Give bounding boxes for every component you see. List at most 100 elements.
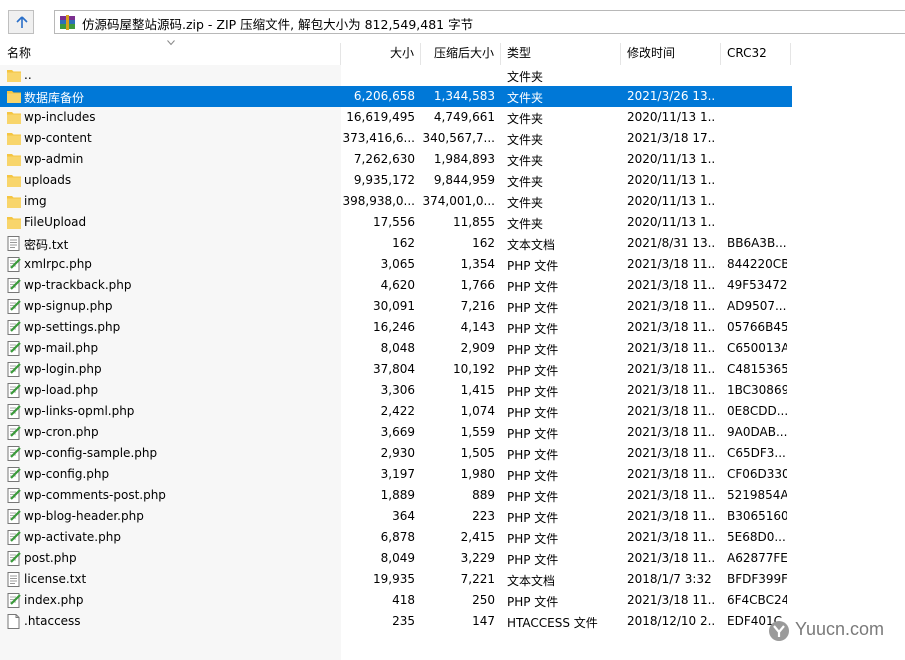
file-name: wp-content — [24, 131, 92, 145]
file-row[interactable]: wp-comments-post.php 1,889 889 PHP 文件 2021/3… — [0, 485, 792, 506]
file-modified: 2021/3/18 11... — [627, 299, 715, 313]
file-crc32: C650013A — [727, 341, 787, 355]
file-packed-size: 1,415 — [460, 383, 495, 397]
file-row[interactable]: wp-signup.php 30,091 7,216 PHP 文件 2021/3/18 … — [0, 296, 792, 317]
php-file-icon — [7, 551, 21, 566]
column-header-type[interactable]: 类型 — [501, 43, 621, 65]
path-bar: 仿源码屋整站源码.zip - ZIP 压缩文件, 解包大小为 812,549,4… — [0, 6, 905, 36]
file-row[interactable]: 数据库备份 6,206,658 1,344,583 文件夹 2021/3/26 13..… — [0, 86, 792, 107]
file-row[interactable]: uploads 9,935,172 9,844,959 文件夹 2020/11/13 1… — [0, 170, 792, 191]
file-type: PHP 文件 — [507, 385, 559, 399]
file-size: 6,206,658 — [353, 89, 415, 103]
folder-icon — [7, 68, 21, 83]
file-crc32: B3065160 — [727, 509, 787, 523]
file-name: wp-links-opml.php — [24, 404, 135, 418]
archive-path-field[interactable]: 仿源码屋整站源码.zip - ZIP 压缩文件, 解包大小为 812,549,4… — [54, 10, 905, 34]
file-packed-size: 7,221 — [460, 572, 495, 586]
file-modified: 2021/3/18 11... — [627, 362, 715, 376]
file-size: 30,091 — [373, 299, 415, 313]
file-modified: 2021/3/18 11... — [627, 509, 715, 523]
file-row[interactable]: wp-config-sample.php 2,930 1,505 PHP 文件 2021… — [0, 443, 792, 464]
file-modified: 2020/11/13 1... — [627, 152, 715, 166]
file-modified: 2021/3/18 11... — [627, 257, 715, 271]
file-size: 3,669 — [380, 425, 415, 439]
file-crc32: 0E8CDD... — [727, 404, 787, 418]
file-size: 17,556 — [373, 215, 415, 229]
file-name: .. — [24, 68, 32, 82]
file-row[interactable]: wp-trackback.php 4,620 1,766 PHP 文件 2021/3/1… — [0, 275, 792, 296]
file-crc32: A62877FE — [727, 551, 787, 565]
file-name: wp-config-sample.php — [24, 446, 158, 460]
file-crc32: BB6A3B... — [727, 236, 787, 250]
php-file-icon — [7, 593, 21, 608]
file-row[interactable]: wp-admin 7,262,630 1,984,893 文件夹 2020/11/13 … — [0, 149, 792, 170]
column-header-name[interactable]: 名称 — [0, 43, 341, 65]
file-size: 3,065 — [380, 257, 415, 271]
file-row[interactable]: 密码.txt 162 162 文本文档 2021/8/31 13... BB6A3B... — [0, 233, 792, 254]
file-size: 7,262,630 — [353, 152, 415, 166]
file-name: uploads — [24, 173, 72, 187]
file-packed-size: 4,143 — [460, 320, 495, 334]
file-crc32: 9A0DAB... — [727, 425, 787, 439]
file-row[interactable]: license.txt 19,935 7,221 文本文档 2018/1/7 3:32 B… — [0, 569, 792, 590]
file-type: 文件夹 — [507, 154, 544, 168]
file-name: post.php — [24, 551, 77, 565]
php-file-icon — [7, 362, 21, 377]
file-name: 密码.txt — [24, 238, 69, 252]
file-packed-size: 1,766 — [460, 278, 495, 292]
file-name: wp-trackback.php — [24, 278, 132, 292]
file-crc32: 844220CB — [727, 257, 787, 271]
file-type: PHP 文件 — [507, 427, 559, 441]
file-crc32: 5E68D0... — [727, 530, 786, 544]
file-row[interactable]: wp-content 373,416,6... 340,567,7... 文件夹 202… — [0, 128, 792, 149]
column-header-crc32[interactable]: CRC32 — [721, 43, 791, 65]
file-crc32: 6F4CBC24 — [727, 593, 787, 607]
file-row[interactable]: wp-includes 16,619,495 4,749,661 文件夹 2020/11… — [0, 107, 792, 128]
file-packed-size: 223 — [472, 509, 495, 523]
file-size: 364 — [392, 509, 415, 523]
folder-icon — [7, 215, 21, 230]
file-row[interactable]: index.php 418 250 PHP 文件 2021/3/18 11... 6F4C… — [0, 590, 792, 611]
file-type: PHP 文件 — [507, 553, 559, 567]
column-header-size[interactable]: 大小 — [341, 43, 421, 65]
file-name: img — [24, 194, 47, 208]
folder-icon — [7, 194, 21, 209]
file-row[interactable]: wp-config.php 3,197 1,980 PHP 文件 2021/3/18 1… — [0, 464, 792, 485]
file-name: 数据库备份 — [24, 91, 85, 105]
file-row[interactable]: wp-mail.php 8,048 2,909 PHP 文件 2021/3/18 11.… — [0, 338, 792, 359]
file-modified: 2020/11/13 1... — [627, 215, 715, 229]
column-header: 名称 大小 压缩后大小 类型 修改时间 CRC32 — [0, 40, 905, 65]
file-packed-size: 3,229 — [460, 551, 495, 565]
file-type: PHP 文件 — [507, 532, 559, 546]
column-header-modified[interactable]: 修改时间 — [621, 43, 721, 65]
file-size: 418 — [392, 593, 415, 607]
file-row[interactable]: img 398,938,0... 374,001,0... 文件夹 2020/11/13… — [0, 191, 792, 212]
file-row[interactable]: FileUpload 17,556 11,855 文件夹 2020/11/13 1... — [0, 212, 792, 233]
file-packed-size: 10,192 — [453, 362, 495, 376]
file-row[interactable]: wp-login.php 37,804 10,192 PHP 文件 2021/3/18 … — [0, 359, 792, 380]
file-row[interactable]: wp-blog-header.php 364 223 PHP 文件 2021/3/18 … — [0, 506, 792, 527]
php-file-icon — [7, 488, 21, 503]
file-row[interactable]: wp-settings.php 16,246 4,143 PHP 文件 2021/3/1… — [0, 317, 792, 338]
column-header-packed-size[interactable]: 压缩后大小 — [421, 43, 501, 65]
file-row[interactable]: post.php 8,049 3,229 PHP 文件 2021/3/18 11... A… — [0, 548, 792, 569]
file-row[interactable]: wp-cron.php 3,669 1,559 PHP 文件 2021/3/18 11.… — [0, 422, 792, 443]
blank-file-icon — [7, 614, 21, 629]
php-file-icon — [7, 467, 21, 482]
file-row[interactable]: .htaccess 235 147 HTACCESS 文件 2018/12/10 2..… — [0, 611, 792, 632]
file-packed-size: 9,844,959 — [433, 173, 495, 187]
file-packed-size: 4,749,661 — [433, 110, 495, 124]
up-folder-button[interactable] — [8, 10, 34, 34]
file-row[interactable]: xmlrpc.php 3,065 1,354 PHP 文件 2021/3/18 11..… — [0, 254, 792, 275]
file-crc32: 49F53472 — [727, 278, 787, 292]
file-row[interactable]: .. 文件夹 — [0, 65, 792, 86]
file-row[interactable]: wp-activate.php 6,878 2,415 PHP 文件 2021/3/18… — [0, 527, 792, 548]
file-modified: 2021/3/18 11... — [627, 446, 715, 460]
file-packed-size: 147 — [472, 614, 495, 628]
file-row[interactable]: wp-links-opml.php 2,422 1,074 PHP 文件 2021/3/… — [0, 401, 792, 422]
file-row[interactable]: wp-load.php 3,306 1,415 PHP 文件 2021/3/18 11.… — [0, 380, 792, 401]
file-name: FileUpload — [24, 215, 87, 229]
file-type: 文件夹 — [507, 196, 544, 210]
file-size: 162 — [392, 236, 415, 250]
file-type: PHP 文件 — [507, 490, 559, 504]
